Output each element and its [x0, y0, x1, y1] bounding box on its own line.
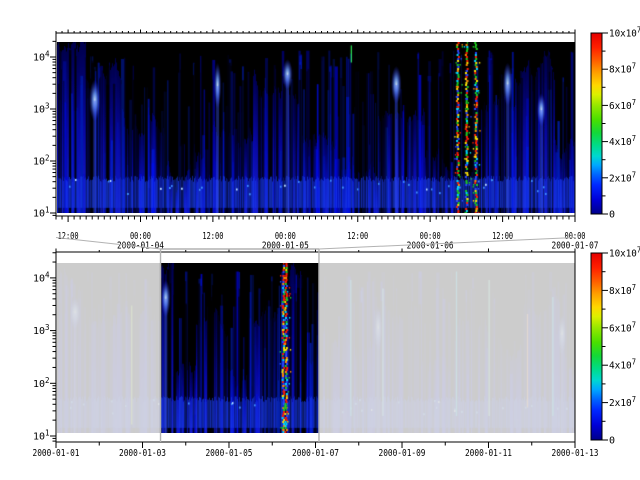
colorbar-tick-label: 10x107 — [609, 26, 640, 40]
x-tick-date-label: 2000-01-11 — [465, 448, 512, 459]
x-tick-date-label: 2000-01-04 — [117, 241, 164, 252]
y-tick-label: 102 — [33, 154, 50, 168]
colorbar-tick-label: 0 — [609, 436, 615, 447]
x-tick-date-label: 2000-01-03 — [119, 448, 166, 459]
colorbar-tick-label: 6x107 — [609, 320, 636, 334]
x-tick-date-label: 2000-01-05 — [262, 241, 309, 252]
x-tick-date-label: 2000-01-09 — [379, 448, 426, 459]
y-tick-label: 102 — [33, 376, 50, 390]
x-tick-time-label: 00:00 — [420, 231, 441, 242]
x-tick-time-label: 12:00 — [492, 231, 513, 242]
colorbar-tick-label: 6x107 — [609, 98, 636, 112]
y-tick-label: 101 — [33, 429, 50, 443]
x-tick-date-label: 2000-01-05 — [205, 448, 252, 459]
x-tick-date-label: 2000-01-13 — [552, 448, 599, 459]
colorbar-tick-label: 0 — [609, 210, 615, 221]
colorbar-tick-label: 8x107 — [609, 283, 636, 297]
colorbar-tick-label: 8x107 — [609, 62, 636, 76]
x-tick-time-label: 00:00 — [565, 231, 586, 242]
colorbar-tick-label: 10x107 — [609, 246, 640, 260]
y-tick-label: 103 — [33, 102, 50, 116]
colorbar-tick-label: 4x107 — [609, 134, 636, 148]
colorbar-tick-label: 2x107 — [609, 395, 636, 409]
y-tick-label: 104 — [33, 50, 50, 64]
connector-line-left — [56, 238, 161, 250]
x-tick-date-label: 2000-01-01 — [33, 448, 80, 459]
colorbar — [591, 33, 602, 214]
x-tick-time-label: 00:00 — [275, 231, 296, 242]
x-tick-time-label: 12:00 — [202, 231, 223, 242]
x-tick-date-label: 2000-01-07 — [552, 241, 599, 252]
overview-heatmap[interactable] — [57, 263, 575, 433]
x-tick-date-label: 2000-01-07 — [292, 448, 339, 459]
y-tick-label: 103 — [33, 323, 50, 337]
zoom-view-heatmap[interactable] — [57, 42, 575, 213]
colorbar — [591, 253, 602, 440]
x-tick-time-label: 12:00 — [347, 231, 368, 242]
colorbar-tick-label: 4x107 — [609, 358, 636, 372]
colorbar-tick-label: 2x107 — [609, 170, 636, 184]
x-tick-time-label: 00:00 — [130, 231, 151, 242]
spectrogram-figure: 10110210310412:0000:002000-01-0412:0000:… — [0, 0, 640, 480]
x-tick-time-label: 12:00 — [58, 231, 79, 242]
x-tick-date-label: 2000-01-06 — [407, 241, 454, 252]
y-tick-label: 101 — [33, 206, 50, 220]
y-tick-label: 104 — [33, 270, 50, 284]
connector-line-right — [319, 238, 575, 250]
